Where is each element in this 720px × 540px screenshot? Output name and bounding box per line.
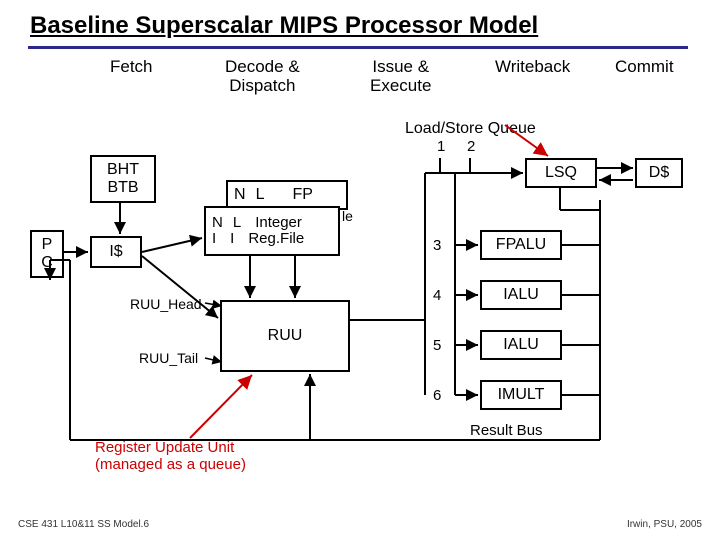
fpalu-label: FPALU: [496, 236, 546, 254]
stage-fetch: Fetch: [110, 58, 153, 77]
slide-title: Baseline Superscalar MIPS Processor Mode…: [30, 12, 538, 40]
imult-label: IMULT: [498, 386, 545, 404]
stage-commit: Commit: [615, 58, 674, 77]
port-5: 5: [433, 337, 441, 354]
int-regfile-le-fragment: le: [342, 208, 353, 224]
ialu2-label: IALU: [503, 336, 539, 354]
bht-btb-box: BHT BTB: [90, 155, 156, 203]
int-regfile-row1: N L Integer: [212, 215, 302, 232]
fp-rf-l: L: [256, 186, 265, 204]
footer-right: Irwin, PSU, 2005: [627, 519, 702, 530]
ruu-annotation: Register Update Unit (managed as a queue…: [95, 440, 246, 473]
lsq-port-1-label: 1: [437, 138, 445, 155]
ruu-note-line1: Register Update Unit: [95, 440, 246, 457]
int-rf-i2: I: [230, 231, 234, 248]
ruu-box-label: RUU: [268, 327, 303, 345]
port-6: 6: [433, 387, 441, 404]
footer-left: CSE 431 L10&11 SS Model.6: [18, 519, 149, 530]
icache-label: I$: [109, 243, 122, 261]
int-regfile-row2: I I Reg.File: [212, 231, 304, 248]
int-rf-n: N: [212, 215, 223, 232]
lsq-port-2-label: 2: [467, 138, 475, 155]
int-rf-l: L: [233, 215, 241, 232]
ialu1-label: IALU: [503, 286, 539, 304]
imult-box: IMULT: [480, 380, 562, 410]
port-3: 3: [433, 237, 441, 254]
pc-p: P: [42, 236, 53, 254]
icache-box: I$: [90, 236, 142, 268]
lsq-title: Load/Store Queue: [405, 120, 536, 138]
int-rf-i1: I: [212, 231, 216, 248]
dcache-label: D$: [649, 164, 669, 182]
int-rf-regfile: Reg.File: [248, 231, 304, 248]
result-bus-label: Result Bus: [470, 422, 543, 439]
dcache-box: D$: [635, 158, 683, 188]
lsq-box: LSQ: [525, 158, 597, 188]
ialu1-box: IALU: [480, 280, 562, 310]
ruu-box: RUU: [220, 300, 350, 372]
btb-label: BTB: [107, 179, 138, 197]
port-4: 4: [433, 287, 441, 304]
pc-box: P C: [30, 230, 64, 278]
bht-label: BHT: [107, 161, 139, 179]
stage-decode: Decode & Dispatch: [225, 58, 300, 95]
int-regfile-box: N L Integer I I Reg.File: [204, 206, 340, 256]
ialu2-box: IALU: [480, 330, 562, 360]
stage-issue: Issue & Execute: [370, 58, 431, 95]
pc-c: C: [41, 254, 53, 272]
ruu-head-label: RUU_Head: [130, 296, 202, 312]
stage-writeback: Writeback: [495, 58, 570, 77]
title-underline: [28, 46, 688, 49]
int-rf-integer: Integer: [255, 215, 302, 232]
fp-rf-fp: FP: [292, 186, 312, 204]
fpalu-box: FPALU: [480, 230, 562, 260]
ruu-note-line2: (managed as a queue): [95, 457, 246, 474]
lsq-box-label: LSQ: [545, 164, 577, 182]
fp-rf-n: N: [234, 186, 246, 204]
ruu-tail-label: RUU_Tail: [139, 350, 198, 366]
